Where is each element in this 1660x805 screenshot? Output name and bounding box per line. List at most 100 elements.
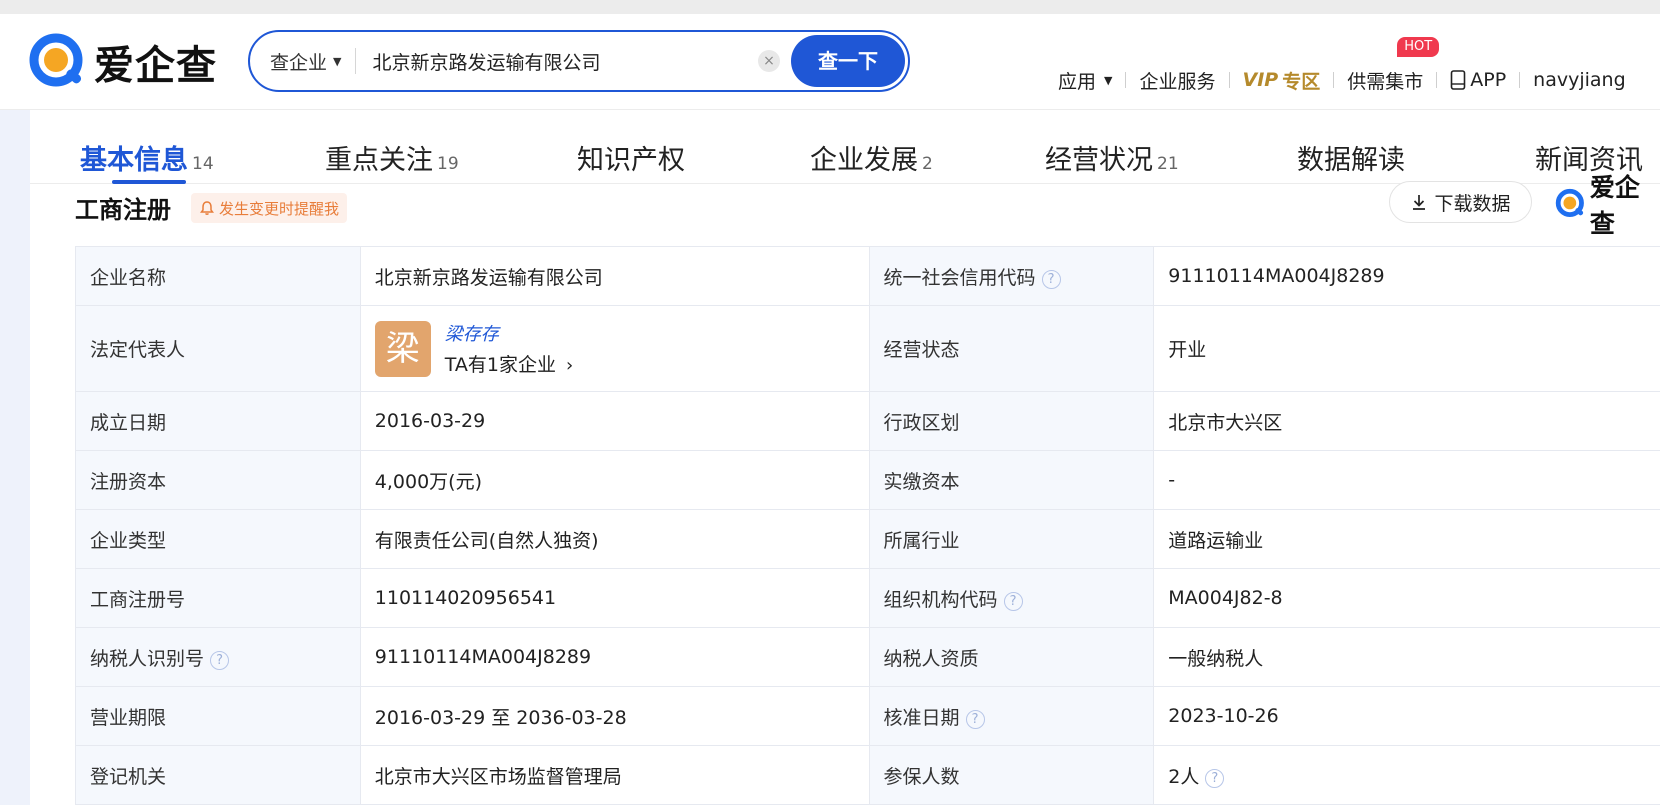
registration-table: 企业名称 北京新京路发运输有限公司 统一社会信用代码? 91110114MA00…: [75, 246, 1660, 805]
vip-zone-label: 专区: [1282, 70, 1321, 93]
approval-date-label: 核准日期: [883, 706, 960, 729]
field-label: 企业类型: [75, 509, 361, 569]
table-row: 登记机关 北京市大兴区市场监督管理局 参保人数 2人?: [75, 745, 1660, 805]
field-label: 经营状态: [868, 305, 1155, 392]
search-button[interactable]: 查一下: [791, 35, 905, 87]
legal-rep: 梁 梁存存 TA有1家企业 ›: [374, 320, 855, 377]
nav-divider: [1228, 72, 1230, 88]
tab-count: 2: [922, 154, 933, 174]
hot-badge: HOT: [1397, 36, 1440, 57]
authority-value: 北京市大兴区市场监督管理局: [359, 745, 870, 805]
tab-basic-info[interactable]: 基本信息 14: [80, 138, 214, 177]
browser-top-strip: [0, 0, 1660, 14]
tab-data-insight[interactable]: 数据解读: [1297, 138, 1405, 177]
change-remind-button[interactable]: 发生变更时提醒我: [191, 193, 348, 223]
region-value: 北京市大兴区: [1153, 391, 1660, 451]
field-label: 核准日期?: [868, 686, 1155, 746]
logo-text: 爱企查: [94, 43, 217, 89]
tab-label: 数据解读: [1297, 145, 1405, 176]
vip-label: VIP: [1242, 69, 1279, 91]
table-row: 成立日期 2016-03-29 行政区划 北京市大兴区: [75, 391, 1660, 451]
avatar[interactable]: 梁: [374, 320, 431, 377]
legal-rep-name-link[interactable]: 梁存存: [445, 320, 573, 346]
table-row: 法定代表人 梁 梁存存 TA有1家企业 › 经营状态 开业: [75, 305, 1660, 392]
paid-capital-value: -: [1153, 450, 1660, 510]
caret-down-icon: ▼: [1104, 73, 1113, 87]
insured-value: 2人: [1168, 765, 1200, 788]
chevron-right-icon: ›: [566, 355, 574, 376]
term-value: 2016-03-29 至 2036-03-28: [359, 686, 870, 746]
top-nav: 应用 ▼ 企业服务 VIP 专区 供需集市 HOT APP navyjiang: [1058, 36, 1626, 94]
clear-icon[interactable]: ×: [758, 50, 780, 72]
nav-enterprise-service[interactable]: 企业服务: [1139, 67, 1215, 94]
help-icon[interactable]: ?: [1003, 591, 1023, 611]
type-value: 有限责任公司(自然人独资): [359, 509, 870, 569]
download-icon: [1413, 195, 1426, 210]
field-label: 企业名称: [75, 246, 361, 306]
table-row: 注册资本 4,000万(元) 实缴资本 -: [75, 450, 1660, 510]
download-data-button[interactable]: 下载数据: [1389, 181, 1532, 223]
remind-label: 发生变更时提醒我: [219, 199, 340, 218]
field-label: 登记机关: [75, 745, 361, 805]
logo-q-icon: [1555, 188, 1584, 217]
active-tab-indicator: [112, 180, 186, 184]
nav-divider: [1436, 72, 1438, 88]
caret-down-icon: ▼: [333, 54, 342, 68]
field-label: 注册资本: [75, 450, 361, 510]
credit-code-label: 统一社会信用代码: [883, 266, 1036, 289]
field-label: 纳税人识别号?: [75, 627, 361, 687]
help-icon[interactable]: ?: [1205, 768, 1225, 788]
org-code-value: MA004J82-8: [1153, 568, 1660, 628]
phone-icon: [1450, 70, 1466, 90]
field-label: 行政区划: [868, 391, 1155, 451]
nav-apps[interactable]: 应用 ▼: [1058, 67, 1112, 94]
watermark-text: 爱企查: [1589, 173, 1640, 238]
search-divider: [355, 48, 357, 74]
taxpayer-qual-value: 一般纳税人: [1153, 627, 1660, 687]
table-row: 企业名称 北京新京路发运输有限公司 统一社会信用代码? 91110114MA00…: [75, 246, 1660, 306]
founded-value: 2016-03-29: [359, 391, 870, 451]
capital-value: 4,000万(元): [359, 450, 870, 510]
detail-tabs: 基本信息 14 重点关注 19 知识产权 企业发展 2 经营状况 21 数据解读 新闻资…: [30, 110, 1660, 184]
industry-value: 道路运输业: [1153, 509, 1660, 569]
tab-count: 14: [192, 154, 214, 174]
tab-count: 19: [437, 154, 459, 174]
field-label: 营业期限: [75, 686, 361, 746]
field-label: 组织机构代码?: [868, 568, 1155, 628]
field-label: 工商注册号: [75, 568, 361, 628]
tab-label: 重点关注: [325, 145, 433, 176]
nav-apps-label: 应用: [1058, 70, 1097, 93]
site-header: 爱企查 查企业 ▼ × 查一下 应用 ▼ 企业服务 VIP 专区 供需集市 HO…: [0, 14, 1660, 110]
nav-vip[interactable]: VIP 专区: [1243, 67, 1321, 94]
nav-user[interactable]: navyjiang: [1533, 69, 1625, 91]
nav-divider: [1519, 72, 1521, 88]
logo-q-icon: [29, 33, 83, 87]
nav-app-label: APP: [1470, 69, 1507, 91]
tab-key-focus[interactable]: 重点关注 19: [325, 138, 459, 177]
search-input[interactable]: [370, 41, 761, 81]
tab-count: 21: [1157, 154, 1179, 174]
nav-app[interactable]: APP: [1450, 69, 1506, 91]
tab-operations[interactable]: 经营状况 21: [1045, 138, 1179, 177]
help-icon[interactable]: ?: [1041, 269, 1061, 289]
legal-rep-cell: 梁 梁存存 TA有1家企业 ›: [359, 305, 870, 392]
help-icon[interactable]: ?: [210, 650, 230, 670]
legal-rep-companies-link[interactable]: TA有1家企业 ›: [445, 350, 573, 377]
help-icon[interactable]: ?: [965, 709, 985, 729]
legal-rep-companies-label: TA有1家企业: [444, 354, 556, 376]
tab-label: 基本信息: [80, 145, 188, 176]
tab-label: 企业发展: [810, 145, 918, 176]
nav-divider: [1333, 72, 1335, 88]
search-type-dropdown[interactable]: 查企业 ▼: [270, 48, 341, 75]
tab-development[interactable]: 企业发展 2: [810, 138, 933, 177]
field-label: 所属行业: [868, 509, 1155, 569]
nav-supply-market[interactable]: 供需集市 HOT: [1347, 36, 1440, 94]
search-bar: 查企业 ▼ × 查一下: [248, 30, 910, 92]
table-row: 工商注册号 110114020956541 组织机构代码? MA004J82-8: [75, 568, 1660, 628]
tab-ip[interactable]: 知识产权: [577, 138, 685, 177]
field-label: 实缴资本: [868, 450, 1155, 510]
table-row: 企业类型 有限责任公司(自然人独资) 所属行业 道路运输业: [75, 509, 1660, 569]
table-row: 营业期限 2016-03-29 至 2036-03-28 核准日期? 2023-…: [75, 686, 1660, 746]
site-logo[interactable]: 爱企查: [28, 32, 217, 92]
field-label: 成立日期: [75, 391, 361, 451]
